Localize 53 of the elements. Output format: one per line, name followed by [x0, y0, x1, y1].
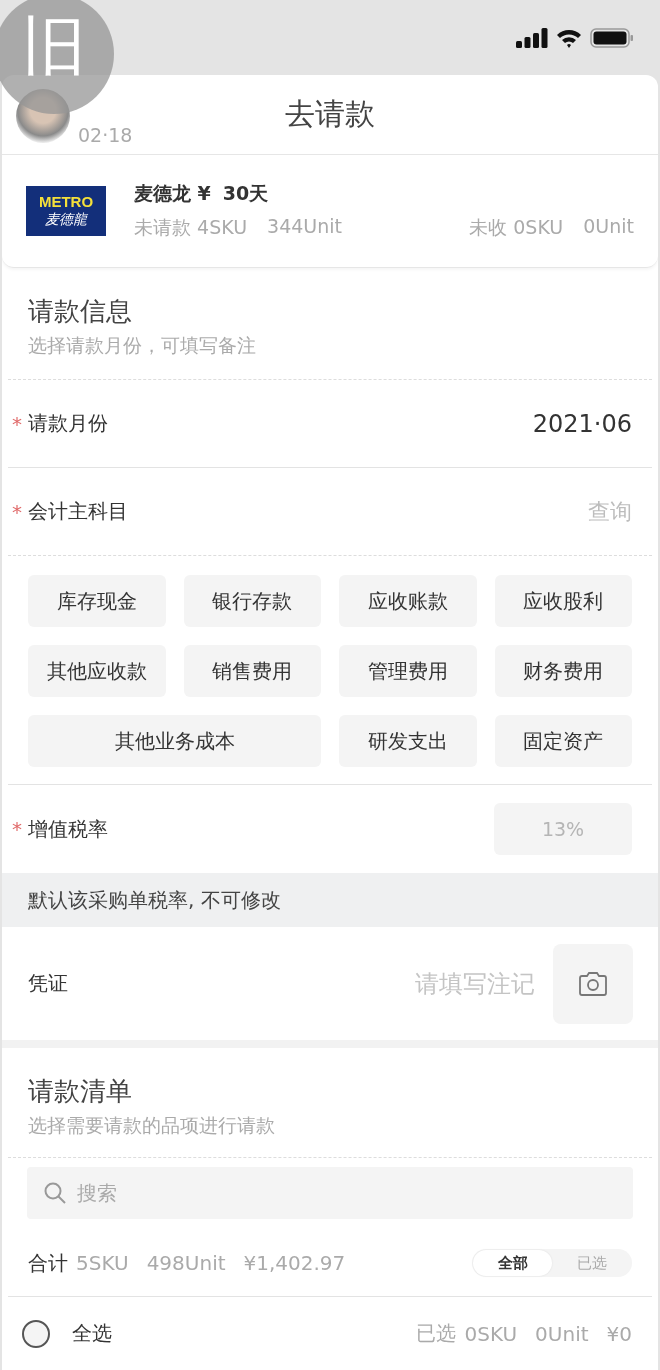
section-title: 请款清单 [28, 1075, 133, 1108]
total-label: 合计 [28, 1249, 68, 1277]
filter-tab[interactable]: 全部 [473, 1250, 552, 1276]
search-icon [43, 1181, 67, 1205]
section-title: 请款信息 [28, 295, 133, 328]
stat-text: ¥0 [606, 1321, 632, 1346]
camera-button[interactable] [553, 943, 633, 1024]
date-label: 02·18 [78, 124, 133, 146]
selected-label: 已选 [416, 1320, 457, 1347]
subject-chip[interactable]: 库存现金 [28, 575, 166, 627]
stat-text: 498Unit [146, 1251, 226, 1275]
subject-chip[interactable]: 应收股利 [494, 575, 632, 627]
required-asterisk: * [12, 499, 23, 524]
battery-icon [590, 27, 634, 48]
field-label: 请款月份 [28, 410, 108, 437]
subject-chip[interactable]: 固定资产 [494, 715, 632, 767]
wifi-icon [556, 27, 582, 48]
subject-chip[interactable]: 财务费用 [494, 645, 632, 697]
page-title: 去请款 [285, 95, 375, 133]
month-value[interactable]: 2021·06 [532, 409, 632, 438]
subject-chip[interactable]: 销售费用 [183, 645, 321, 697]
subject-chip[interactable]: 其他应收款 [28, 645, 166, 697]
field-label: 会计主科目 [28, 498, 128, 525]
field-label: 凭证 [28, 970, 68, 997]
search-field[interactable]: 搜索 [75, 1180, 633, 1206]
stat-text: 5SKU [76, 1251, 129, 1275]
subject-chip[interactable]: 银行存款 [183, 575, 321, 627]
merchant-name: 麦德龙 ¥ [134, 181, 211, 206]
required-asterisk: * [12, 817, 23, 841]
subject-chip[interactable]: 管理费用 [339, 645, 477, 697]
camera-icon [578, 970, 608, 997]
search-bar[interactable]: 搜索 [27, 1167, 633, 1219]
tax-note: 默认该采购单税率, 不可修改 [2, 873, 658, 927]
signal-icon [516, 27, 548, 48]
subject-chip[interactable]: 其他业务成本 [28, 715, 321, 767]
stat-text: ¥1,402.97 [243, 1251, 346, 1275]
required-asterisk: * [12, 411, 23, 436]
store-logo: METRO 麦德龍 [26, 186, 106, 236]
select-all-radio[interactable] [22, 1319, 50, 1348]
section-subtitle: 选择需要请款的品项进行请款 [28, 1113, 276, 1138]
select-all-label[interactable]: 全选 [72, 1320, 112, 1347]
section-subtitle: 选择请款月份，可填写备注 [28, 333, 257, 358]
stat-text: 0Unit [535, 1321, 589, 1346]
subject-chip[interactable]: 研发支出 [339, 715, 477, 767]
field-label: 增值税率 [28, 815, 108, 843]
stat-text: 未请款 4SKU [134, 215, 248, 240]
subject-chip[interactable]: 应收账款 [339, 575, 477, 627]
stat-text: 0Unit [583, 215, 634, 239]
payment-term: 30天 [222, 181, 269, 206]
old-badge: 旧 [0, 0, 114, 114]
stat-text: 344Unit [267, 215, 342, 239]
stat-text: 未收 0SKU [469, 215, 564, 240]
stat-text: 0SKU [464, 1321, 518, 1346]
